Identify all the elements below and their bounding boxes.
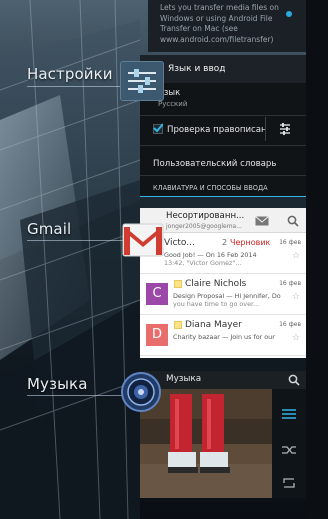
music-title[interactable]: Музыка: [166, 374, 201, 384]
separator: [140, 145, 306, 146]
mail-date: 16 фев: [279, 321, 301, 328]
important-marker-icon: [174, 321, 182, 329]
gmail-folder-title[interactable]: Несортированн...: [166, 211, 244, 221]
separator: [140, 175, 306, 176]
vertical-separator: [265, 117, 266, 141]
mail-preview: you have time to go over...: [173, 300, 260, 308]
mail-subject: Good Job! — On 16 Feb 2014: [164, 251, 257, 259]
gmail-account: jonger2005@googlema...: [166, 223, 242, 230]
thread-count: 2: [222, 238, 228, 247]
speaker-icon: [121, 372, 161, 412]
label-music[interactable]: Музыка: [27, 375, 88, 393]
section-underline: [140, 196, 306, 197]
repeat-icon[interactable]: [282, 477, 296, 489]
sender-name: Claire Nichols: [185, 279, 247, 289]
music-app-icon[interactable]: [121, 372, 161, 412]
label-settings[interactable]: Настройки: [27, 65, 113, 83]
settings-sliders-icon[interactable]: [278, 122, 292, 136]
star-icon[interactable]: ☆: [292, 251, 300, 261]
recent-card-music[interactable]: Музыка: [140, 371, 306, 498]
star-icon[interactable]: ☆: [292, 292, 300, 302]
compose-mail-icon[interactable]: [255, 216, 269, 226]
user-dictionary-item[interactable]: Пользовательский словарь: [153, 159, 276, 169]
mail-row[interactable]: D Diana Mayer 16 фев Charity bazaar — Jo…: [140, 316, 306, 356]
shuffle-icon[interactable]: [282, 445, 296, 455]
usb-line-4: www.android.com/filetransfer): [160, 34, 274, 44]
sliders-icon: [128, 69, 156, 93]
checkmark-icon: [153, 123, 163, 133]
mail-preview: 13:42, "Victor Gomez"...: [164, 259, 242, 267]
gmail-envelope-icon: [122, 223, 164, 257]
avatar: D: [146, 324, 168, 346]
usb-line-1: Lets you transfer media files on: [160, 3, 279, 12]
mail-subject: Charity bazaar — Join us for our: [173, 333, 275, 341]
usb-line-3: Transfer on Mac (see: [160, 24, 238, 33]
spellcheck-label[interactable]: Проверка правописан: [167, 125, 267, 135]
gmail-app-icon[interactable]: [121, 218, 165, 260]
separator: [140, 115, 306, 116]
recent-card-usb[interactable]: Lets you transfer media files on Windows…: [148, 0, 306, 52]
mail-date: 16 фев: [279, 280, 301, 287]
radio-dot-icon: [286, 11, 292, 17]
spellcheck-checkbox[interactable]: [153, 123, 163, 134]
star-icon[interactable]: ☆: [292, 333, 300, 343]
keyboard-section-header: КЛАВИАТУРА И СПОСОБЫ ВВОДА: [153, 184, 268, 192]
settings-app-icon[interactable]: [120, 61, 164, 101]
music-toolbar: [140, 371, 306, 389]
draft-label: Черновик: [230, 238, 271, 247]
mail-row[interactable]: C Claire Nichols 16 фев Design Proposal …: [140, 275, 306, 315]
sender-name: Diana Mayer: [185, 320, 242, 330]
playlist-icon[interactable]: [282, 409, 296, 419]
label-gmail[interactable]: Gmail: [27, 220, 71, 238]
language-value: Русский: [158, 100, 188, 108]
sender-name: Victo...: [164, 238, 195, 248]
search-icon[interactable]: [287, 215, 299, 227]
search-icon[interactable]: [288, 374, 300, 386]
recent-card-settings[interactable]: Язык и ввод Язык Русский Проверка правоп…: [140, 55, 306, 197]
settings-header-title: Язык и ввод: [168, 64, 226, 74]
usb-line-2: Windows or using Android File: [160, 13, 273, 23]
avatar: C: [146, 283, 168, 305]
mail-date: 16 фев: [279, 239, 301, 246]
important-marker-icon: [174, 280, 182, 288]
mail-subject: Design Proposal — Hi Jennifer, Do: [173, 292, 281, 300]
